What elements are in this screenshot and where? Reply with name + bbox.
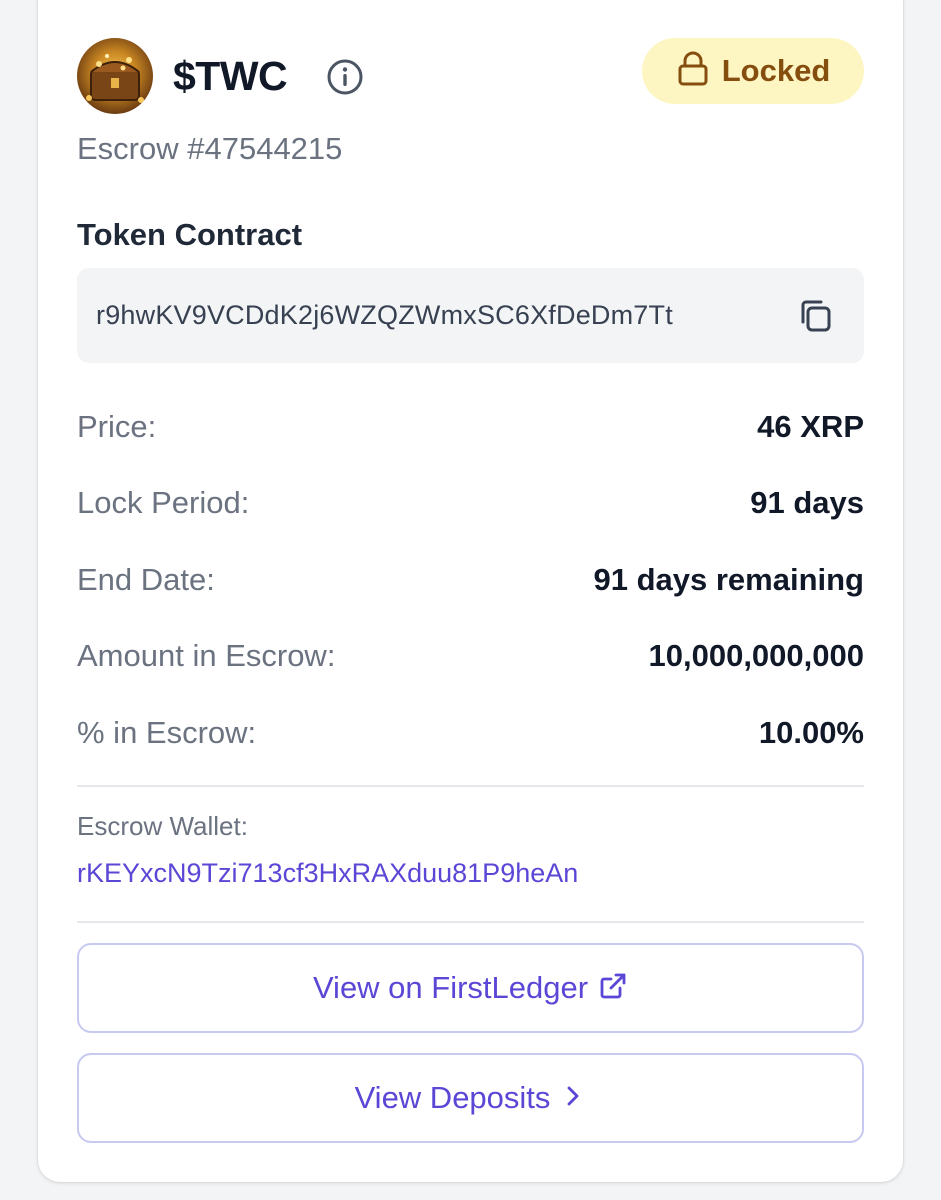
token-symbol: $TWC: [173, 53, 288, 99]
lock-period-row: Lock Period: 91 days: [77, 483, 864, 523]
divider: [77, 921, 864, 923]
view-deposits-button[interactable]: View Deposits: [77, 1053, 864, 1143]
end-date-label: End Date:: [77, 562, 215, 597]
escrow-wallet-label: Escrow Wallet:: [77, 811, 248, 841]
token-contract-field: r9hwKV9VCDdK2j6WZQZWmxSC6XfDeDm7Tt: [77, 268, 864, 363]
price-value: 46 XRP: [757, 409, 864, 444]
view-deposits-label: View Deposits: [354, 1080, 551, 1115]
amount-in-escrow-row: Amount in Escrow: 10,000,000,000: [77, 636, 864, 676]
status-badge-label: Locked: [721, 53, 831, 88]
price-row: Price: 46 XRP: [77, 407, 864, 447]
end-date-row: End Date: 91 days remaining: [77, 560, 864, 600]
copy-icon[interactable]: [795, 296, 837, 338]
external-link-icon: [598, 971, 628, 1006]
amount-in-escrow-value: 10,000,000,000: [648, 638, 865, 673]
info-icon[interactable]: [326, 58, 364, 96]
price-label: Price:: [77, 409, 157, 444]
amount-in-escrow-label: Amount in Escrow:: [77, 638, 336, 673]
percent-in-escrow-row: % in Escrow: 10.00%: [77, 713, 864, 753]
percent-in-escrow-value: 10.00%: [758, 715, 864, 750]
chevron-right-icon: [560, 1083, 586, 1114]
lock-icon: [676, 51, 710, 92]
escrow-wallet-link[interactable]: rKEYxcN9Tzi713cf3HxRAXduu81P9heAn: [77, 856, 578, 890]
end-date-value: 91 days remaining: [593, 562, 864, 597]
percent-in-escrow-label: % in Escrow:: [77, 715, 257, 750]
divider: [77, 785, 864, 787]
view-on-firstledger-button[interactable]: View on FirstLedger: [77, 943, 864, 1033]
token-avatar: [77, 38, 153, 114]
view-on-firstledger-label: View on FirstLedger: [312, 970, 589, 1005]
lock-period-label: Lock Period:: [77, 485, 250, 520]
token-contract-label: Token Contract: [77, 217, 303, 252]
escrow-id: Escrow #47544215: [77, 131, 343, 166]
lock-period-value: 91 days: [750, 485, 864, 520]
status-badge: Locked: [642, 38, 864, 104]
token-contract-address: r9hwKV9VCDdK2j6WZQZWmxSC6XfDeDm7Tt: [96, 300, 673, 330]
